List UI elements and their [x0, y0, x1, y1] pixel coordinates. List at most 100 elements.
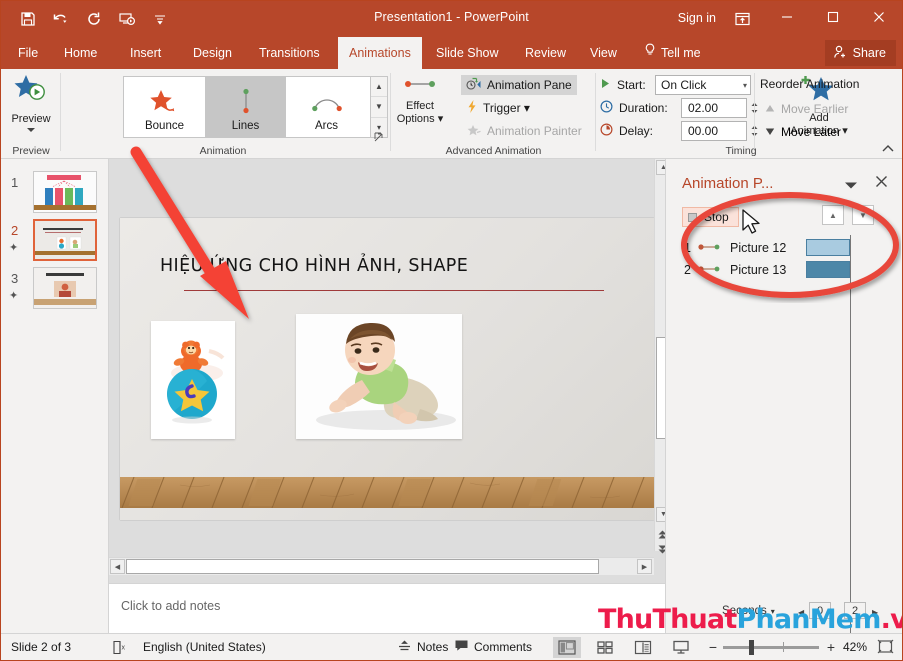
normal-view-button[interactable]	[553, 637, 581, 658]
slide-thumbnail-pane[interactable]: 1 2 ✦	[1, 159, 109, 633]
tab-insert[interactable]: Insert	[119, 37, 172, 69]
scroll-right-button[interactable]: ▶	[637, 559, 652, 574]
language-indicator[interactable]: English (United States)	[137, 634, 272, 660]
animation-bounce[interactable]: Bounce	[124, 77, 205, 137]
start-dropdown[interactable]: On Click ▾	[655, 75, 751, 95]
share-button[interactable]: Share	[825, 40, 896, 66]
sign-in-button[interactable]: Sign in	[678, 11, 716, 25]
animation-pane-move-down-button[interactable]: ▼	[852, 205, 874, 225]
thumbnail-image[interactable]	[33, 171, 97, 213]
slide-indicator[interactable]: Slide 2 of 3	[5, 634, 77, 660]
tab-transitions[interactable]: Transitions	[248, 37, 331, 69]
zoom-out-button[interactable]: −	[707, 639, 719, 655]
timeline-tick-0: 0	[809, 602, 831, 619]
animation-bounce-label: Bounce	[145, 120, 184, 132]
animation-star-indicator[interactable]: ✦	[9, 289, 18, 302]
group-label-animation: Animation	[61, 145, 385, 157]
tab-view[interactable]: View	[579, 37, 628, 69]
close-button[interactable]	[856, 1, 902, 33]
thumbnail-slide-2[interactable]: 2 ✦	[1, 219, 109, 267]
thumbnail-slide-3[interactable]: 3 ✦	[1, 267, 109, 315]
animation-dialog-launcher[interactable]	[373, 131, 385, 143]
animation-arcs-label: Arcs	[315, 120, 338, 132]
animation-list-item-2[interactable]: 2 Picture 13	[684, 259, 786, 281]
fit-slide-to-window-button[interactable]	[877, 639, 894, 657]
comments-button[interactable]: Comments	[448, 634, 538, 660]
delay-value: 00.00	[688, 124, 718, 138]
gallery-scroll-up-button[interactable]: ▲	[371, 77, 387, 97]
animation-pane-title: Animation P...	[682, 175, 773, 192]
slide-canvas[interactable]: HIỆU ỨNG CHO HÌNH ẢNH, SHAPE	[120, 218, 654, 520]
ribbon-display-options-icon[interactable]	[730, 9, 754, 29]
zoom-level-label[interactable]: 42%	[843, 640, 867, 654]
zoom-slider-handle[interactable]	[749, 640, 754, 655]
timeline-scroll-left[interactable]: ◀	[798, 608, 804, 617]
notes-button[interactable]: Notes	[391, 634, 454, 660]
tab-file[interactable]: File	[7, 37, 49, 69]
start-row: Start: On Click ▾	[600, 74, 751, 96]
animation-star-indicator[interactable]: ✦	[9, 241, 18, 254]
delay-input[interactable]: 00.00	[681, 121, 747, 141]
spell-check-icon[interactable]: x	[105, 634, 135, 660]
trigger-label: Trigger ▾	[483, 101, 530, 115]
animation-duration-bar-1[interactable]	[806, 239, 850, 256]
animation-list-item-1[interactable]: 1 Picture 12	[684, 237, 786, 259]
animation-pane-close-icon[interactable]	[875, 175, 888, 191]
maximize-button[interactable]	[810, 1, 856, 33]
scrollbar-thumb-horizontal[interactable]	[126, 559, 599, 574]
thumbnail-slide-1[interactable]: 1	[1, 171, 109, 219]
clock-icon	[600, 100, 613, 116]
slide-sorter-view-button[interactable]	[591, 637, 619, 658]
slide-show-view-button[interactable]	[667, 637, 695, 658]
wooden-floor-picture[interactable]	[120, 477, 654, 508]
animation-lines-label: Lines	[232, 120, 260, 132]
preview-button[interactable]: Preview	[5, 73, 57, 139]
seconds-dropdown[interactable]: Seconds ▾	[722, 605, 775, 617]
animation-pane-menu-icon[interactable]	[844, 181, 858, 192]
crawling-baby-picture[interactable]	[296, 314, 462, 439]
thumbnail-image[interactable]	[33, 267, 97, 309]
move-later-button[interactable]: Move Later	[760, 122, 846, 142]
motion-path-icon	[698, 263, 724, 277]
toy-monkey-ball-picture[interactable]	[151, 321, 235, 439]
tab-animations[interactable]: Animations	[338, 37, 422, 69]
timeline-scroll-right[interactable]: ▶	[872, 608, 878, 617]
tab-design[interactable]: Design	[182, 37, 243, 69]
trigger-button[interactable]: Trigger ▾	[461, 98, 535, 118]
animation-item-name: Picture 13	[730, 263, 786, 277]
minimize-button[interactable]	[764, 1, 810, 33]
tell-me-box[interactable]: Tell me	[633, 37, 712, 69]
reading-view-button[interactable]	[629, 637, 657, 658]
thumbnail-image[interactable]	[33, 219, 97, 261]
collapse-ribbon-button[interactable]	[880, 140, 896, 156]
duration-input[interactable]: 02.00	[681, 98, 747, 118]
animation-painter-icon	[466, 123, 482, 140]
duration-value: 02.00	[688, 101, 718, 115]
slide-horizontal-scrollbar[interactable]: ◀ ▶	[109, 557, 654, 575]
chevron-down-icon[interactable]	[27, 128, 35, 132]
zoom-in-button[interactable]: +	[825, 639, 837, 655]
scroll-left-button[interactable]: ◀	[110, 559, 125, 574]
tab-home[interactable]: Home	[53, 37, 108, 69]
animation-pane-button[interactable]: Animation Pane	[461, 75, 577, 95]
tab-review[interactable]: Review	[514, 37, 577, 69]
thumbnail-number: 3	[11, 271, 18, 286]
delay-clock-icon	[600, 123, 613, 139]
title-bar: Presentation1 - PowerPoint Sign in	[1, 1, 902, 37]
zoom-slider[interactable]	[723, 646, 819, 649]
animation-lines[interactable]: Lines	[205, 77, 286, 137]
ribbon-group-animation: Bounce Lines Arcs ▲ ▼ ▾	[61, 69, 391, 159]
play-triangle-icon	[600, 78, 611, 92]
gallery-scroll-down-button[interactable]: ▼	[371, 97, 387, 117]
animation-duration-bar-2[interactable]	[806, 261, 850, 278]
animation-arcs[interactable]: Arcs	[286, 77, 367, 137]
share-label: Share	[853, 46, 886, 60]
play-stop-button[interactable]: Stop	[682, 207, 739, 227]
zoom-slider-tick	[783, 642, 784, 652]
notes-pane[interactable]: Click to add notes	[109, 583, 665, 633]
slide-title[interactable]: HIỆU ỨNG CHO HÌNH ẢNH, SHAPE	[160, 256, 468, 276]
animation-pane-move-up-button[interactable]: ▲	[822, 205, 844, 225]
triangle-up-icon	[765, 102, 775, 116]
comment-bubble-icon	[454, 639, 469, 655]
tab-slide-show[interactable]: Slide Show	[425, 37, 510, 69]
